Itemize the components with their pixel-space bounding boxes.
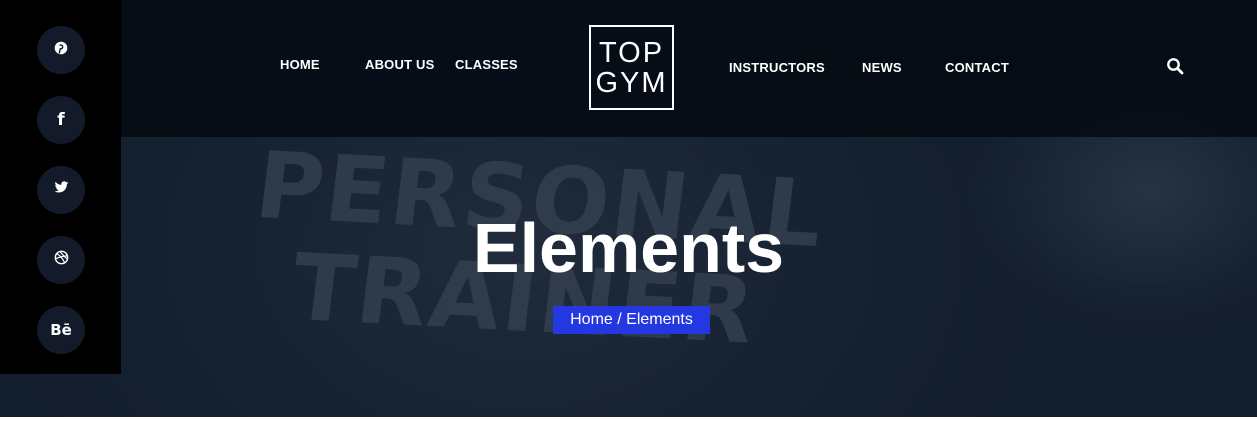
facebook-icon: f	[57, 110, 65, 130]
breadcrumb-current: Elements	[626, 311, 693, 328]
nav-news[interactable]: NEWS	[862, 60, 902, 75]
twitter-button[interactable]	[37, 166, 85, 214]
pinterest-button[interactable]	[37, 26, 85, 74]
nav-classes[interactable]: CLASSES	[455, 57, 518, 72]
nav-about-us[interactable]: ABOUT US	[365, 57, 435, 72]
logo-line-2: GYM	[595, 66, 668, 99]
breadcrumb-home[interactable]: Home	[570, 311, 613, 329]
search-icon[interactable]	[1166, 57, 1184, 75]
facebook-button[interactable]: f	[37, 96, 85, 144]
logo[interactable]: TOP GYM	[589, 25, 674, 110]
logo-line-1: TOP	[598, 36, 665, 69]
behance-button[interactable]: Bē	[37, 306, 85, 354]
nav-home[interactable]: HOME	[280, 57, 320, 72]
twitter-icon	[54, 181, 69, 199]
page-title: Elements	[472, 209, 785, 287]
nav-contact[interactable]: CONTACT	[945, 60, 1009, 75]
pinterest-icon	[54, 41, 68, 60]
breadcrumb-separator: /	[612, 311, 627, 328]
behance-icon: Bē	[50, 321, 72, 339]
social-sidebar: f Bē	[0, 0, 121, 374]
breadcrumb: Home / Elements	[553, 306, 710, 334]
nav-instructors[interactable]: INSTRUCTORS	[729, 60, 825, 75]
